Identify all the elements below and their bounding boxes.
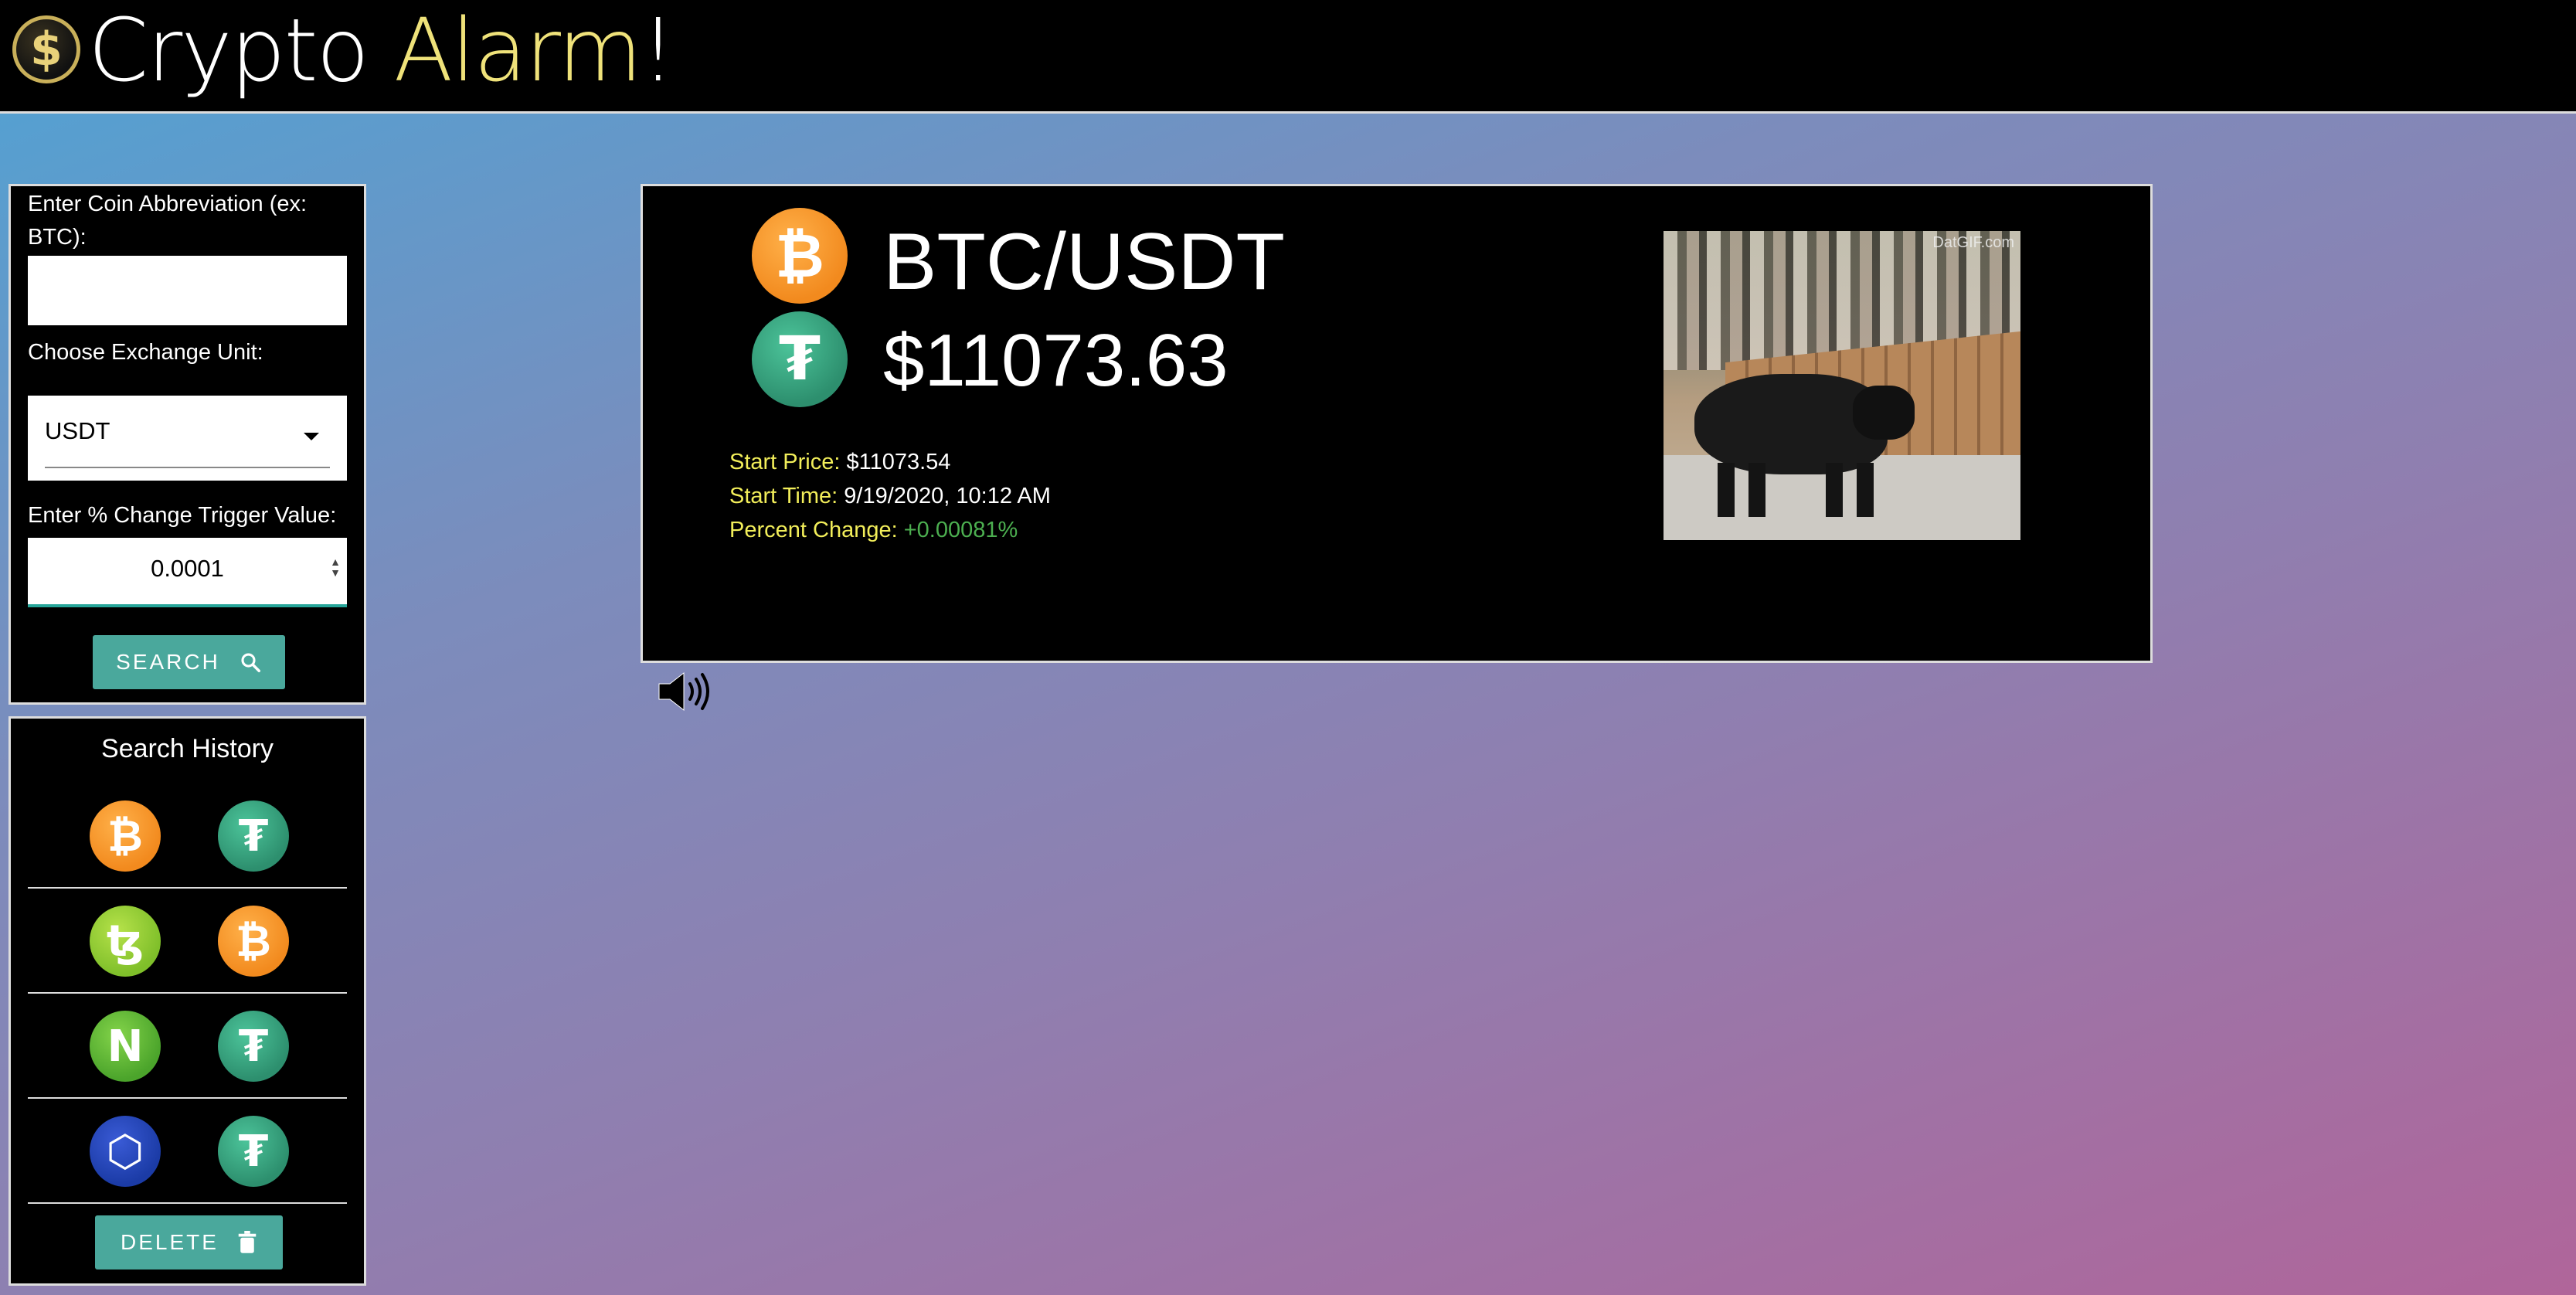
base-coin-glyph: ₿ xyxy=(775,221,824,291)
delete-button[interactable]: DELETE xyxy=(95,1215,283,1270)
row-divider xyxy=(28,887,347,889)
tether-icon: ₮ xyxy=(752,311,848,407)
bull-leg xyxy=(1826,463,1843,517)
search-button-label: SEARCH xyxy=(116,650,220,674)
start-time-value: 9/19/2020, 10:12 AM xyxy=(844,484,1051,508)
tether-glyph: ₮ xyxy=(238,1126,269,1177)
chevron-down-icon xyxy=(304,433,319,440)
search-history-title: Search History xyxy=(101,734,274,763)
delete-button-label: DELETE xyxy=(121,1230,219,1254)
row-divider xyxy=(28,1097,347,1099)
tether-glyph: ₮ xyxy=(238,1021,269,1072)
quote-coin-glyph: ₮ xyxy=(778,325,821,394)
title-crypto: Crypto xyxy=(88,1,394,101)
start-price-label: Start Price: xyxy=(729,450,841,474)
bull-head xyxy=(1853,386,1915,440)
app-title: Crypto Alarm! xyxy=(88,1,675,101)
history-row[interactable]: ₿ ₮ xyxy=(28,785,347,889)
title-alarm: Alarm xyxy=(393,1,643,101)
gif-watermark: DatGIF.com xyxy=(1932,234,2014,251)
tezos-icon[interactable]: ꜩ xyxy=(90,906,161,977)
trash-icon xyxy=(238,1231,257,1253)
exchange-unit-select[interactable]: USDT xyxy=(28,396,347,481)
dollar-coin-logo-icon: $ xyxy=(12,15,80,83)
bitcoin-icon[interactable]: ₿ xyxy=(90,800,161,872)
coin-abbreviation-label: Enter Coin Abbreviation (ex: BTC): xyxy=(28,192,308,250)
bull-leg xyxy=(1718,463,1735,517)
history-row[interactable]: N ₮ xyxy=(28,995,347,1099)
percent-change-row: Percent Change: +0.00081% xyxy=(729,513,1051,547)
search-button[interactable]: SEARCH xyxy=(93,635,285,689)
bull-leg xyxy=(1857,463,1874,517)
title-exclamation: ! xyxy=(641,1,675,101)
tezos-glyph: ꜩ xyxy=(106,916,144,967)
row-divider xyxy=(28,992,347,994)
tether-icon[interactable]: ₮ xyxy=(218,1116,289,1187)
history-row[interactable]: ꜩ ₿ xyxy=(28,890,347,994)
search-form-panel: Enter Coin Abbreviation (ex: BTC): Choos… xyxy=(8,184,366,705)
current-price: $11073.63 xyxy=(883,319,1229,402)
start-time-row: Start Time: 9/19/2020, 10:12 AM xyxy=(729,479,1051,513)
start-time-label: Start Time: xyxy=(729,484,838,508)
search-history-panel: Search History ₿ ₮ ꜩ ₿ N ₮ ⬡ ₮ DELETE xyxy=(8,716,366,1286)
ticker-stats: Start Price: $11073.54 Start Time: 9/19/… xyxy=(729,445,1051,547)
trigger-value-label: Enter % Change Trigger Value: xyxy=(28,503,337,528)
trigger-value: 0.0001 xyxy=(151,555,224,582)
ticker-panel: ₿ ₮ BTC/USDT $11073.63 Start Price: $110… xyxy=(641,184,2153,663)
logo-symbol: $ xyxy=(30,22,63,76)
bull-gif-image: DatGIF.com xyxy=(1664,231,2020,540)
chainlink-icon[interactable]: ⬡ xyxy=(90,1116,161,1187)
select-underline xyxy=(45,467,330,468)
tether-glyph: ₮ xyxy=(238,811,269,862)
trigger-value-input[interactable]: 0.0001 ▲ ▼ xyxy=(28,538,347,607)
start-price-row: Start Price: $11073.54 xyxy=(729,445,1051,479)
row-divider xyxy=(28,1202,347,1204)
chainlink-glyph: ⬡ xyxy=(106,1126,144,1177)
magnifier-icon xyxy=(241,653,260,672)
bitcoin-glyph: ₿ xyxy=(236,916,271,967)
neo-icon[interactable]: N xyxy=(90,1011,161,1082)
bitcoin-glyph: ₿ xyxy=(107,811,143,862)
number-stepper-icon[interactable]: ▲ ▼ xyxy=(330,556,341,578)
bitcoin-icon[interactable]: ₿ xyxy=(218,906,289,977)
bitcoin-icon: ₿ xyxy=(752,208,848,304)
trading-pair: BTC/USDT xyxy=(883,217,1285,307)
speaker-icon[interactable] xyxy=(658,670,712,713)
neo-glyph: N xyxy=(107,1021,144,1072)
exchange-unit-label: Choose Exchange Unit: xyxy=(28,340,263,365)
tether-icon[interactable]: ₮ xyxy=(218,800,289,872)
percent-change-label: Percent Change: xyxy=(729,518,898,542)
coin-abbreviation-input[interactable] xyxy=(28,256,347,325)
percent-change-value: +0.00081% xyxy=(903,518,1018,542)
tether-icon[interactable]: ₮ xyxy=(218,1011,289,1082)
start-price-value: $11073.54 xyxy=(846,450,951,474)
history-row[interactable]: ⬡ ₮ xyxy=(28,1100,347,1204)
app-header: $ Crypto Alarm! xyxy=(0,0,2576,114)
bull-leg xyxy=(1748,463,1765,517)
input-focus-underline xyxy=(28,604,347,607)
exchange-unit-selected: USDT xyxy=(45,417,110,444)
